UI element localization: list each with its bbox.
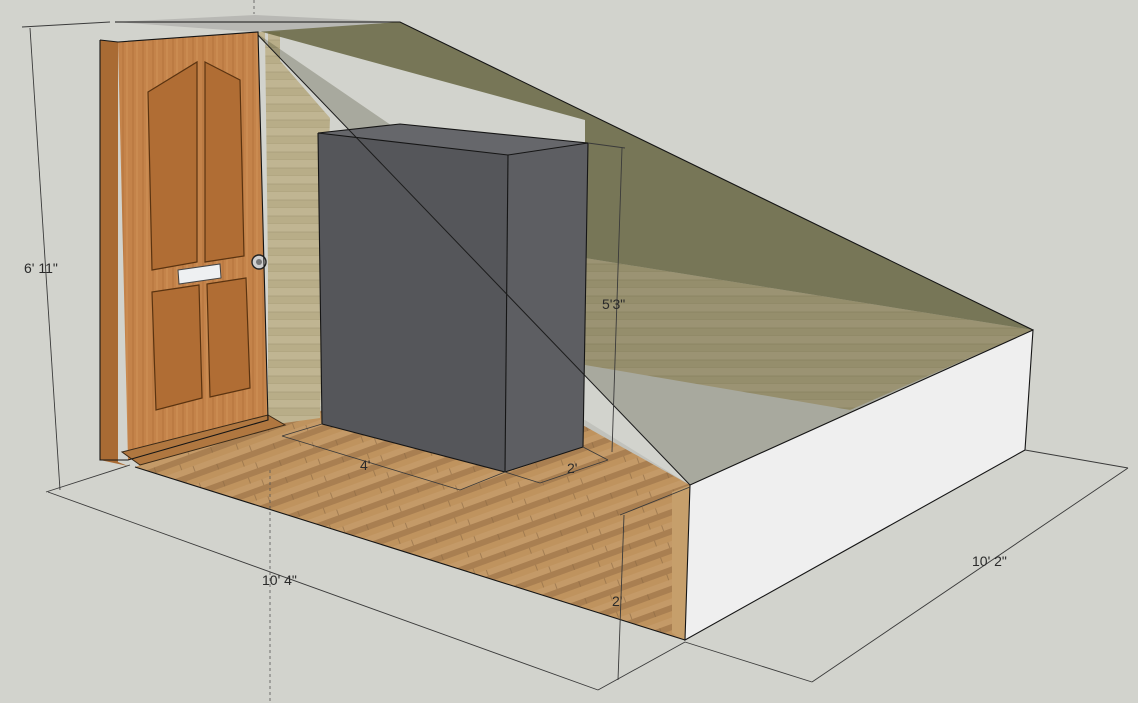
dimension-label-room-depth: 10' 2"	[972, 553, 1007, 569]
dimension-label-cabinet-width: 4'	[360, 457, 370, 473]
dimension-label-room-height: 6' 11"	[24, 260, 58, 276]
door-top-panel-left	[147, 60, 198, 271]
dimension-label-room-width: 10' 4"	[262, 572, 297, 588]
cabinet-front	[318, 133, 508, 472]
cabinet-side	[505, 143, 588, 472]
dimension-label-knee-wall-height: 2'	[612, 593, 622, 609]
door-bottom-panel-right	[206, 277, 251, 398]
dimension-label-cabinet-depth: 2'	[567, 460, 577, 476]
dimension-label-cabinet-height: 5'3"	[602, 296, 625, 312]
door-knob-center	[256, 259, 262, 265]
model-viewport[interactable]: 6' 11" 10' 4" 10' 2" 5'3" 4' 2' 2'	[0, 0, 1138, 703]
door-bottom-panel-left	[151, 284, 203, 411]
door-top-panel-right	[204, 61, 245, 263]
door[interactable]	[99, 31, 287, 466]
